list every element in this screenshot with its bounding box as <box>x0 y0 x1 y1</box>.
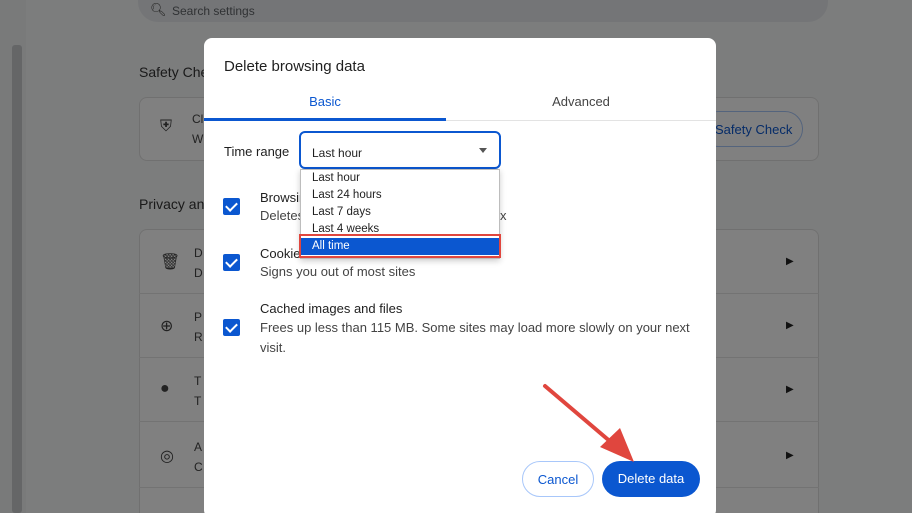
cookies-checkbox[interactable] <box>223 254 240 271</box>
row-desc: D <box>194 266 203 280</box>
delete-data-button[interactable]: Delete data <box>602 461 700 497</box>
time-range-select[interactable]: Last hour <box>299 131 501 169</box>
chevron-right-icon[interactable]: ▶ <box>786 256 794 267</box>
dialog-tabs: Basic Advanced <box>204 90 716 121</box>
browsing-history-checkbox[interactable] <box>223 198 240 215</box>
row-desc: R <box>194 330 203 344</box>
cached-images-title: Cached images and files <box>260 301 403 316</box>
chevron-right-icon[interactable]: ▶ <box>786 384 794 395</box>
row-title: P <box>194 310 203 324</box>
search-icon: 🔍︎ <box>150 2 167 17</box>
cookies-title: Cookie <box>260 246 301 261</box>
row-title: A <box>194 440 203 454</box>
caret-down-icon <box>479 148 487 153</box>
time-range-value: Last hour <box>312 146 363 160</box>
search-placeholder: Search settings <box>172 4 255 18</box>
row-title: T <box>194 374 202 388</box>
tab-basic[interactable]: Basic <box>204 90 446 121</box>
cookies-desc: Signs you out of most sites <box>260 264 416 279</box>
row-desc: C <box>194 460 203 474</box>
scrollbar[interactable] <box>12 45 22 513</box>
cancel-button[interactable]: Cancel <box>522 461 594 497</box>
time-range-label: Time range <box>224 144 290 159</box>
option-last-7-days[interactable]: Last 7 days <box>301 204 499 221</box>
tab-advanced[interactable]: Advanced <box>460 90 702 121</box>
ad-icon: ◎ <box>160 448 174 465</box>
delete-browsing-data-dialog: Delete browsing data Basic Advanced Time… <box>204 38 716 513</box>
option-last-24-hours[interactable]: Last 24 hours <box>301 187 499 204</box>
chevron-right-icon[interactable]: ▶ <box>786 320 794 331</box>
section-privacy-heading: Privacy an <box>139 196 205 212</box>
active-tab-indicator <box>204 118 446 121</box>
shield-icon: ⛨ <box>160 118 173 135</box>
row-title: D <box>194 246 203 260</box>
cookie-icon: ● <box>160 380 170 397</box>
safety-card-title: Cl <box>192 112 204 126</box>
option-last-hour[interactable]: Last hour <box>301 170 499 187</box>
compass-icon: ⊕ <box>160 318 174 335</box>
cached-images-desc: Frees up less than 115 MB. Some sites ma… <box>260 320 690 355</box>
safety-card-desc: W <box>192 132 204 146</box>
section-safety-heading: Safety Che <box>139 64 209 80</box>
trash-icon: 🗑︎ <box>160 254 181 271</box>
chevron-right-icon[interactable]: ▶ <box>786 450 794 461</box>
browsing-history-desc-text: Deletes <box>260 208 305 223</box>
dialog-title: Delete browsing data <box>224 58 365 75</box>
annotation-highlight-box <box>299 234 501 258</box>
row-desc: T <box>194 394 202 408</box>
search-settings-bar[interactable]: 🔍︎ Search settings <box>138 0 828 22</box>
browsing-history-desc-tail: x <box>500 208 507 223</box>
cached-images-checkbox[interactable] <box>223 319 240 336</box>
browsing-history-title: Browsir <box>260 190 304 205</box>
